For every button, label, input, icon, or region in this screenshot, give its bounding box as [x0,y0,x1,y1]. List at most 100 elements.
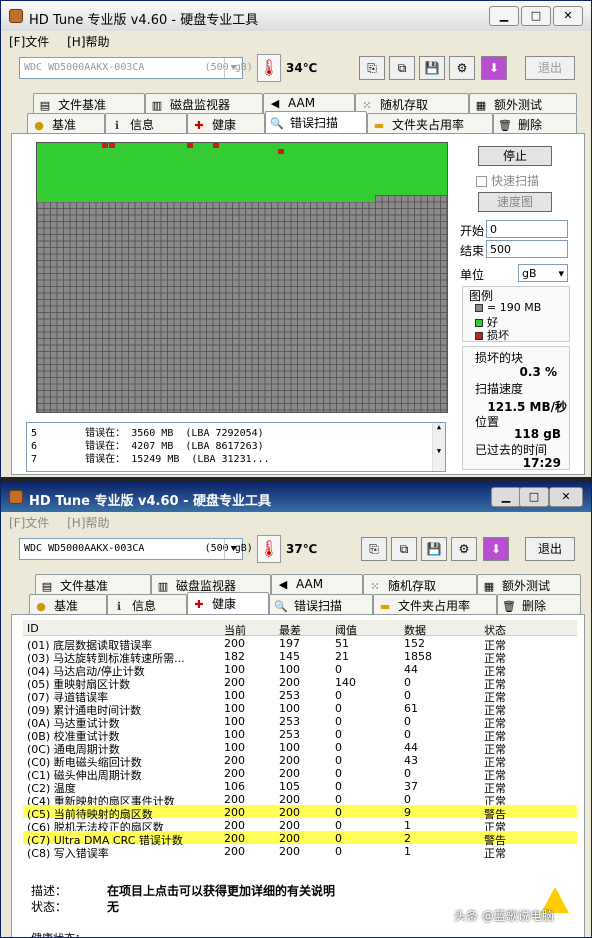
chevron-down-icon: ▼ [224,539,242,559]
tab-info[interactable]: ℹ 信息 [107,594,187,614]
tab-erase[interactable]: 🗑 删除 [493,113,577,133]
table-row[interactable]: (C0) 断电磁头缩回计数 200 200 0 43 正常 [23,753,577,769]
tab-extra-tests[interactable]: ▦ 额外测试 [469,93,577,113]
tab-erase[interactable]: 🗑 删除 [497,594,581,614]
table-row[interactable]: (01) 底层数据读取错误率 200 197 51 152 正常 [23,636,577,652]
exit-button[interactable]: 退出 [525,56,575,80]
stop-button[interactable]: 停止 [478,146,552,166]
table-row[interactable]: (C2) 温度 106 105 0 37 正常 [23,779,577,795]
damaged-block [213,143,219,148]
menu-bar: [F]文件 [H]帮助 [1,512,591,532]
cell-threshold: 0 [335,845,342,858]
download-icon[interactable]: ⬇ [483,537,509,561]
drive-select-value: WDC WD5000AAKX-003CA (500 gB) [24,543,253,554]
save-icon[interactable]: 💾 [421,537,447,561]
tab-random-access[interactable]: ⁙ 随机存取 [363,574,477,594]
tab-benchmark[interactable]: ● 基准 [29,594,107,614]
menu-help[interactable]: [H]帮助 [67,35,109,49]
maximize-button[interactable]: □ [521,6,551,26]
tab-label: 随机存取 [380,98,429,112]
table-row[interactable]: (C6) 脱机无法校正的扇区数 200 200 0 1 正常 [23,818,577,834]
position-label: 位置 [475,415,500,429]
menu-file[interactable]: [F]文件 [9,35,49,49]
tab-label: 删除 [518,118,543,132]
options-icon[interactable]: ⚙ [451,537,477,561]
tab-file-benchmark[interactable]: ▤ 文件基准 [33,93,145,113]
start-field[interactable]: 0 [486,220,568,238]
title-bar[interactable]: HD Tune 专业版 v4.60 - 硬盘专业工具 ▁ □ ✕ [1,1,591,31]
description-value: 在项目上点击可以获得更加详细的有关说明 [107,884,336,898]
download-icon[interactable]: ⬇ [481,56,507,80]
tab-random-access[interactable]: ⁙ 随机存取 [355,93,469,113]
table-row[interactable]: (C8) 写入错误率 200 200 0 1 正常 [23,844,577,860]
copy-info-icon[interactable]: ⎘ [359,56,385,80]
damaged-block [109,143,115,148]
health-cross-icon: ✚ [194,119,204,132]
speaker-icon: ◀ [278,578,288,591]
menu-file[interactable]: [F]文件 [9,516,49,530]
unit-select[interactable]: gB ▾ [518,264,568,282]
table-row[interactable]: (C7) Ultra DMA CRC 错误计数 200 200 0 2 警告 [23,831,577,847]
copy-info-icon[interactable]: ⎘ [361,537,387,561]
table-row[interactable]: (07) 寻道错误率 100 253 0 0 正常 [23,688,577,704]
tab-error-scan[interactable]: 🔍 错误扫描 [265,111,367,133]
error-log-list[interactable]: 5 错误在： 3560 MB (LBA 7292054) 6 错误在： 4207… [26,422,446,472]
table-row[interactable]: (05) 重映射扇区计数 200 200 140 0 正常 [23,675,577,691]
copy-screenshot-icon[interactable]: ⧉ [391,537,417,561]
minimize-button[interactable]: ▁ [491,487,521,507]
log-scrollbar[interactable]: ▲ ▼ [432,423,445,471]
table-row[interactable]: (03) 马达旋转到标准转速所需... 182 145 21 1858 正常 [23,649,577,665]
quick-scan-checkbox[interactable]: 快速扫描 [476,172,539,189]
menu-help[interactable]: [H]帮助 [67,516,109,530]
save-icon[interactable]: 💾 [419,56,445,80]
thermometer-icon: 🌡 [257,535,281,563]
tab-label: 错误扫描 [294,599,343,613]
tab-aam[interactable]: ◀ AAM [263,93,355,113]
tab-error-scan[interactable]: 🔍 错误扫描 [269,594,373,614]
maximize-button[interactable]: □ [519,487,549,507]
tab-folder-usage[interactable]: ▬ 文件夹占用率 [373,594,497,614]
legend-damaged: 损坏 [475,327,509,343]
legend-block-size-text: = 190 MB [487,301,542,314]
tab-health[interactable]: ✚ 健康 [187,592,269,614]
drive-select[interactable]: WDC WD5000AAKX-003CA (500 gB) ▼ [19,538,253,560]
info-icon: ℹ [114,119,120,132]
copy-screenshot-icon[interactable]: ⧉ [389,56,415,80]
cell-status: 正常 [484,847,506,860]
tab-extra-tests[interactable]: ▦ 额外测试 [477,574,581,594]
tab-label: 磁盘监视器 [176,579,237,593]
table-row[interactable]: (0C) 通电周期计数 100 100 0 44 正常 [23,740,577,756]
table-row[interactable]: (C1) 磁头伸出周期计数 200 200 0 0 正常 [23,766,577,782]
close-button[interactable]: ✕ [553,6,583,26]
scanned-good-blocks [37,143,447,195]
drive-select[interactable]: WDC WD5000AAKX-003CA (500 gB) ▼ [19,57,253,79]
tab-disk-monitor[interactable]: ▥ 磁盘监视器 [151,574,271,594]
tab-health[interactable]: ✚ 健康 [187,113,265,133]
table-row[interactable]: (C4) 重新映射的扇区事件计数 200 200 0 0 正常 [23,792,577,808]
table-row[interactable]: (09) 累计通电时间计数 100 100 0 61 正常 [23,701,577,717]
col-id[interactable]: ID [27,622,39,635]
tab-aam[interactable]: ◀ AAM [271,574,363,594]
end-field[interactable]: 500 [486,240,568,258]
smart-table-header: ID 当前 最差 阈值 数据 状态 [23,620,577,637]
title-bar[interactable]: HD Tune 专业版 v4.60 - 硬盘专业工具 ▁ □ ✕ [1,482,591,512]
tab-folder-usage[interactable]: ▬ 文件夹占用率 [367,113,493,133]
tab-file-benchmark[interactable]: ▤ 文件基准 [35,574,151,594]
temperature-value: 34℃ [286,61,318,75]
close-button[interactable]: ✕ [549,487,583,507]
exit-button[interactable]: 退出 [525,537,575,561]
table-row[interactable]: (C5) 当前待映射的扇区数 200 200 0 9 警告 [23,805,577,821]
options-icon[interactable]: ⚙ [449,56,475,80]
table-row[interactable]: (0B) 校准重试计数 100 253 0 0 正常 [23,727,577,743]
cell-current: 200 [224,845,245,858]
file-benchmark-icon: ▤ [41,580,53,593]
tab-label: 信息 [130,118,155,132]
table-row[interactable]: (0A) 马达重试计数 100 253 0 0 正常 [23,714,577,730]
table-row[interactable]: (04) 马达启动/停止计数 100 100 0 44 正常 [23,662,577,678]
speed-map-button[interactable]: 速度图 [478,192,552,212]
minimize-button[interactable]: ▁ [489,6,519,26]
tab-info[interactable]: ℹ 信息 [105,113,187,133]
tab-disk-monitor[interactable]: ▥ 磁盘监视器 [145,93,263,113]
tab-label: 磁盘监视器 [170,98,231,112]
tab-benchmark[interactable]: ● 基准 [27,113,105,133]
